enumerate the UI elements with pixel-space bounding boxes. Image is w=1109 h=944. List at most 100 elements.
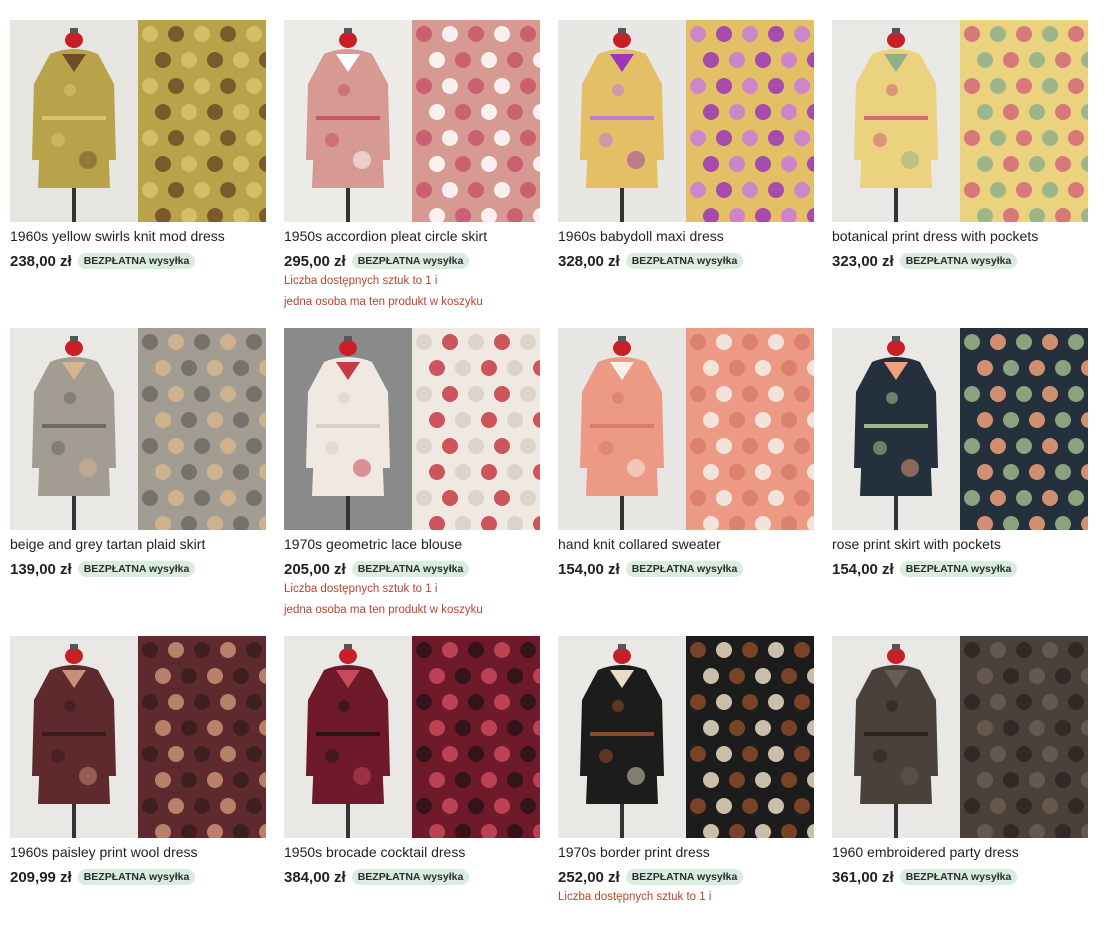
free-shipping-badge: BEZPŁATNA wysyłka [351,561,470,577]
product-photo-front [10,636,138,838]
product-thumbnail[interactable] [832,20,1088,222]
product-thumbnail[interactable] [558,328,814,530]
product-thumbnail[interactable] [10,328,266,530]
product-photo-detail [412,636,540,838]
free-shipping-badge: BEZPŁATNA wysyłka [899,561,1018,577]
product-title[interactable]: 1970s border print dress [558,844,814,861]
product-thumbnail[interactable] [558,636,814,838]
product-photo-front [10,328,138,530]
price-row: 205,00 zł BEZPŁATNA wysyłka [284,559,540,579]
product-card[interactable]: botanical print dress with pockets 323,00… [832,20,1088,328]
free-shipping-badge: BEZPŁATNA wysyłka [351,869,470,885]
product-price: 154,00 zł [832,560,894,578]
product-photo-detail [686,328,814,530]
product-photo-front [284,636,412,838]
stock-notice: Liczba dostępnych sztuk to 1 i [284,583,438,595]
product-price: 328,00 zł [558,252,620,270]
free-shipping-badge: BEZPŁATNA wysyłka [899,253,1018,269]
product-photo-detail [686,636,814,838]
stock-notice: jedna osoba ma ten produkt w koszyku [284,296,483,308]
price-row: 139,00 zł BEZPŁATNA wysyłka [10,559,266,579]
product-photo-front [558,20,686,222]
product-title[interactable]: 1960 embroidered party dress [832,844,1088,861]
product-thumbnail[interactable] [10,20,266,222]
product-thumbnail[interactable] [832,328,1088,530]
product-price: 361,00 zł [832,868,894,886]
product-card[interactable]: 1960s paisley print wool dress 209,99 zł B… [10,636,266,944]
product-price: 323,00 zł [832,252,894,270]
price-row: 154,00 zł BEZPŁATNA wysyłka [558,559,814,579]
product-photo-front [284,20,412,222]
free-shipping-badge: BEZPŁATNA wysyłka [625,561,744,577]
price-row: 384,00 zł BEZPŁATNA wysyłka [284,867,540,887]
price-row: 295,00 zł BEZPŁATNA wysyłka [284,251,540,271]
price-row: 252,00 zł BEZPŁATNA wysyłka [558,867,814,887]
product-thumbnail[interactable] [558,20,814,222]
product-photo-front [558,636,686,838]
free-shipping-badge: BEZPŁATNA wysyłka [625,253,744,269]
product-title[interactable]: rose print skirt with pockets [832,536,1088,553]
free-shipping-badge: BEZPŁATNA wysyłka [351,253,470,269]
product-photo-detail [960,636,1088,838]
price-row: 361,00 zł BEZPŁATNA wysyłka [832,867,1088,887]
product-card[interactable]: 1950s accordion pleat circle skirt 295,00… [284,20,540,328]
product-price: 139,00 zł [10,560,72,578]
product-card[interactable]: 1970s border print dress 252,00 zł BEZPŁAT… [558,636,814,944]
product-price: 252,00 zł [558,868,620,886]
product-thumbnail[interactable] [10,636,266,838]
product-card[interactable]: 1960s yellow swirls knit mod dress 238,00… [10,20,266,328]
product-photo-front [10,20,138,222]
product-photo-detail [960,328,1088,530]
free-shipping-badge: BEZPŁATNA wysyłka [899,869,1018,885]
stock-notice: Liczba dostępnych sztuk to 1 i [558,891,712,903]
product-thumbnail[interactable] [832,636,1088,838]
product-photo-front [832,328,960,530]
free-shipping-badge: BEZPŁATNA wysyłka [77,869,196,885]
product-title[interactable]: botanical print dress with pockets [832,228,1088,245]
product-card[interactable]: 1960 embroidered party dress 361,00 zł BEZ… [832,636,1088,944]
product-card[interactable]: beige and grey tartan plaid skirt 139,00 … [10,328,266,636]
stock-notice: jedna osoba ma ten produkt w koszyku [284,604,483,616]
product-card[interactable]: hand knit collared sweater 154,00 zł BEZPŁ… [558,328,814,636]
product-card[interactable]: rose print skirt with pockets 154,00 zł BE… [832,328,1088,636]
product-price: 205,00 zł [284,560,346,578]
product-title[interactable]: hand knit collared sweater [558,536,814,553]
product-photo-detail [138,20,266,222]
price-row: 328,00 zł BEZPŁATNA wysyłka [558,251,814,271]
price-row: 323,00 zł BEZPŁATNA wysyłka [832,251,1088,271]
product-price: 295,00 zł [284,252,346,270]
price-row: 154,00 zł BEZPŁATNA wysyłka [832,559,1088,579]
product-card[interactable]: 1960s babydoll maxi dress 328,00 zł BEZPŁA… [558,20,814,328]
product-thumbnail[interactable] [284,636,540,838]
free-shipping-badge: BEZPŁATNA wysyłka [625,869,744,885]
product-title[interactable]: 1960s yellow swirls knit mod dress [10,228,266,245]
free-shipping-badge: BEZPŁATNA wysyłka [77,561,196,577]
product-photo-detail [138,636,266,838]
product-price: 384,00 zł [284,868,346,886]
product-price: 154,00 zł [558,560,620,578]
product-title[interactable]: 1950s brocade cocktail dress [284,844,540,861]
product-title[interactable]: 1960s babydoll maxi dress [558,228,814,245]
product-thumbnail[interactable] [284,20,540,222]
product-thumbnail[interactable] [284,328,540,530]
product-title[interactable]: beige and grey tartan plaid skirt [10,536,266,553]
product-title[interactable]: 1970s geometric lace blouse [284,536,540,553]
product-photo-detail [412,328,540,530]
free-shipping-badge: BEZPŁATNA wysyłka [77,253,196,269]
product-price: 209,99 zł [10,868,72,886]
product-photo-front [832,636,960,838]
stock-notice: Liczba dostępnych sztuk to 1 i [284,275,438,287]
product-title[interactable]: 1960s paisley print wool dress [10,844,266,861]
product-card[interactable]: 1950s brocade cocktail dress 384,00 zł BEZ… [284,636,540,944]
product-photo-detail [138,328,266,530]
price-row: 209,99 zł BEZPŁATNA wysyłka [10,867,266,887]
product-photo-front [284,328,412,530]
product-photo-front [832,20,960,222]
product-card[interactable]: 1970s geometric lace blouse 205,00 zł BEZP… [284,328,540,636]
product-photo-detail [412,20,540,222]
product-photo-detail [686,20,814,222]
product-title[interactable]: 1950s accordion pleat circle skirt [284,228,540,245]
product-photo-detail [960,20,1088,222]
product-grid: 1960s yellow swirls knit mod dress 238,00… [10,20,1088,944]
product-price: 238,00 zł [10,252,72,270]
